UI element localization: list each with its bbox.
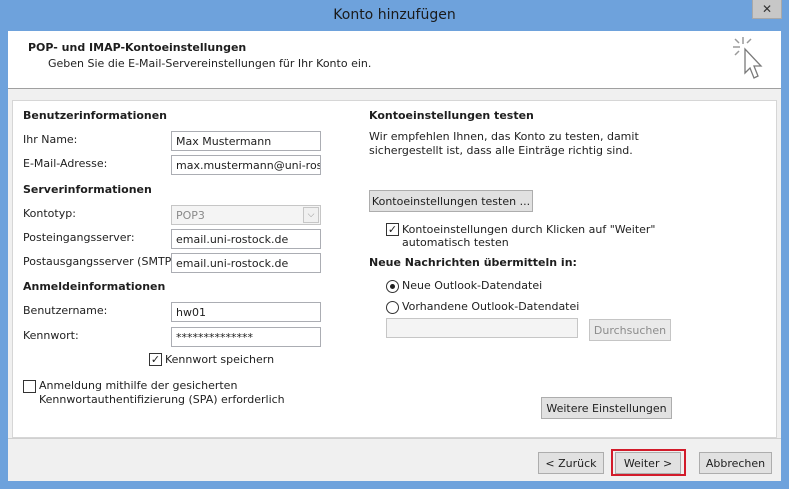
next-button-highlight	[611, 449, 686, 476]
incoming-server-input[interactable]: email.uni-rostock.de	[171, 229, 321, 249]
cancel-button[interactable]: Abbrechen	[699, 452, 772, 474]
username-input[interactable]: hw01	[171, 302, 321, 322]
email-label: E-Mail-Adresse:	[23, 157, 108, 170]
outgoing-server-input[interactable]: email.uni-rostock.de	[171, 253, 321, 273]
account-type-value: POP3	[176, 209, 205, 222]
close-button[interactable]: ✕	[752, 0, 782, 19]
server-info-heading: Serverinformationen	[23, 183, 152, 196]
test-description-line1: Wir empfehlen Ihnen, das Konto zu testen…	[369, 130, 639, 143]
remember-password-checkbox[interactable]: ✓	[149, 353, 162, 366]
title-bar: Konto hinzufügen ✕	[0, 0, 789, 31]
incoming-server-label: Posteingangsserver:	[23, 231, 135, 244]
wizard-cursor-icon	[733, 37, 763, 79]
deliver-messages-heading: Neue Nachrichten übermitteln in:	[369, 256, 577, 269]
settings-panel: Benutzerinformationen Ihr Name: Max Must…	[12, 100, 777, 438]
dialog-header: POP- und IMAP-Kontoeinstellungen Geben S…	[8, 31, 781, 89]
name-label: Ihr Name:	[23, 133, 78, 146]
spa-label-line1: Anmeldung mithilfe der gesicherten	[39, 379, 238, 392]
close-icon: ✕	[761, 2, 773, 16]
header-subtitle: Geben Sie die E-Mail-Servereinstellungen…	[48, 57, 372, 70]
chevron-down-icon: ⌵	[303, 207, 319, 223]
more-settings-button[interactable]: Weitere Einstellungen	[541, 397, 672, 419]
spa-checkbox[interactable]	[23, 380, 36, 393]
password-input[interactable]: **************	[171, 327, 321, 347]
new-datafile-radio[interactable]	[386, 280, 399, 293]
test-description-line2: sichergestellt ist, dass alle Einträge r…	[369, 144, 633, 157]
remember-password-label: Kennwort speichern	[165, 353, 275, 366]
auto-test-label-line2: automatisch testen	[402, 236, 509, 249]
header-title: POP- und IMAP-Kontoeinstellungen	[28, 41, 247, 54]
username-label: Benutzername:	[23, 304, 108, 317]
password-label: Kennwort:	[23, 329, 79, 342]
browse-button: Durchsuchen	[589, 319, 671, 341]
outgoing-server-label: Postausgangsserver (SMTP):	[23, 255, 180, 268]
back-button[interactable]: < Zurück	[538, 452, 604, 474]
email-input[interactable]: max.mustermann@uni-rostc	[171, 155, 321, 175]
existing-datafile-label: Vorhandene Outlook-Datendatei	[402, 300, 580, 313]
dialog-window: Konto hinzufügen ✕ POP- und IMAP-Kontoei…	[0, 0, 789, 489]
account-type-label: Kontotyp:	[23, 207, 76, 220]
name-input[interactable]: Max Mustermann	[171, 131, 321, 151]
dialog-client: POP- und IMAP-Kontoeinstellungen Geben S…	[8, 31, 781, 481]
test-settings-heading: Kontoeinstellungen testen	[369, 109, 534, 122]
existing-datafile-radio[interactable]	[386, 301, 399, 314]
auto-test-checkbox[interactable]: ✓	[386, 223, 399, 236]
new-datafile-label: Neue Outlook-Datendatei	[402, 279, 543, 292]
window-title: Konto hinzufügen	[333, 7, 456, 23]
login-info-heading: Anmeldeinformationen	[23, 280, 166, 293]
test-account-button[interactable]: Kontoeinstellungen testen ...	[369, 190, 533, 212]
datafile-path-input	[386, 318, 578, 338]
auto-test-label-line1: Kontoeinstellungen durch Klicken auf "We…	[402, 223, 656, 236]
account-type-select: POP3 ⌵	[171, 205, 321, 225]
user-info-heading: Benutzerinformationen	[23, 109, 168, 122]
spa-label-line2: Kennwortauthentifizierung (SPA) erforder…	[39, 393, 285, 406]
footer-divider	[8, 438, 781, 439]
